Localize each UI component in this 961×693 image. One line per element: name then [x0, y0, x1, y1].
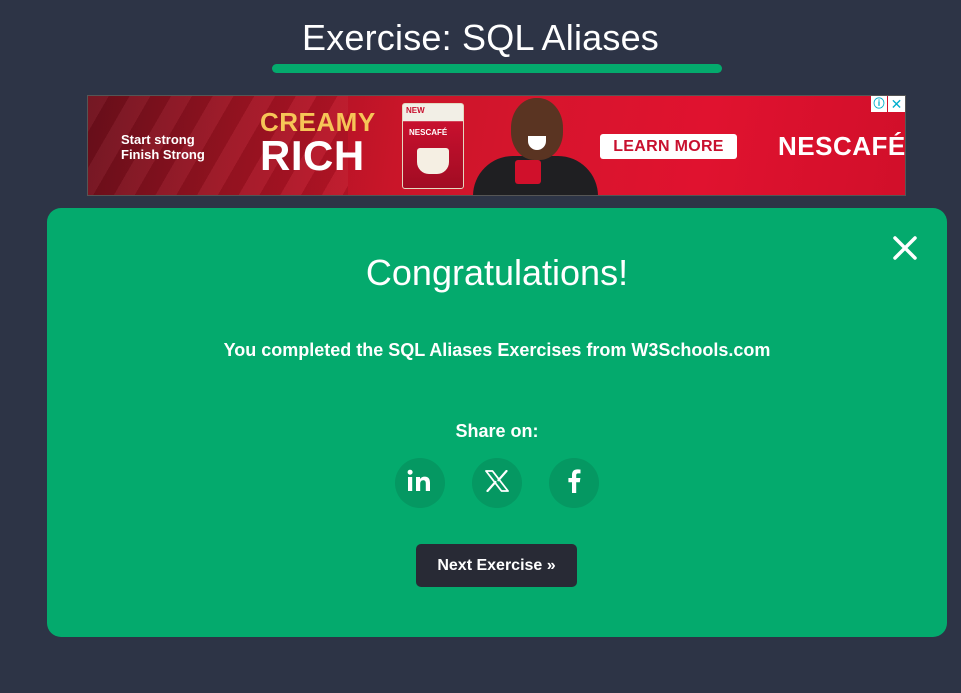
ad-pack-new-label: NEW — [406, 106, 425, 115]
page-title: Exercise: SQL Aliases — [301, 17, 659, 58]
modal-heading: Congratulations! — [365, 252, 629, 293]
share-label: Share on: — [455, 421, 539, 441]
ad-brand-logo: NESCAFÉ — [778, 131, 906, 161]
ad-product-pack-image: NEW NESCAFÉ — [402, 103, 464, 189]
ad-pack-cup-image — [417, 148, 449, 174]
completion-message: You completed the SQL Aliases Exercises … — [223, 340, 771, 360]
facebook-icon — [567, 468, 581, 498]
congratulations-modal: Congratulations! You completed the SQL A… — [47, 208, 947, 637]
ad-pack-brand: NESCAFÉ — [409, 128, 448, 137]
ad-close-icon[interactable]: ✕ — [888, 96, 905, 112]
info-icon[interactable]: ⓘ — [871, 96, 887, 112]
ad-person-image — [473, 96, 598, 195]
ad-headline: CREAMY RICH — [260, 108, 376, 179]
share-facebook-button[interactable] — [549, 458, 599, 508]
ad-headline-bottom: RICH — [260, 132, 365, 179]
page: Exercise: SQL Aliases Start strong Finis… — [0, 0, 961, 693]
ad-banner[interactable]: Start strong Finish Strong CREAMY RICH N… — [87, 95, 906, 196]
share-linkedin-button[interactable] — [395, 458, 445, 508]
share-buttons — [395, 458, 599, 508]
ad-person-head — [511, 98, 563, 160]
ad-tagline: Start strong Finish Strong — [121, 132, 205, 162]
next-exercise-button[interactable]: Next Exercise » — [416, 544, 577, 587]
share-x-button[interactable] — [472, 458, 522, 508]
ad-learn-more-button[interactable]: LEARN MORE — [600, 134, 737, 159]
linkedin-icon — [407, 469, 433, 498]
ad-tagline-line1: Start strong — [121, 132, 195, 147]
ad-person-mug — [515, 160, 541, 184]
x-icon — [485, 469, 509, 497]
title-underline — [272, 64, 722, 73]
ad-tagline-line2: Finish Strong — [121, 147, 205, 162]
